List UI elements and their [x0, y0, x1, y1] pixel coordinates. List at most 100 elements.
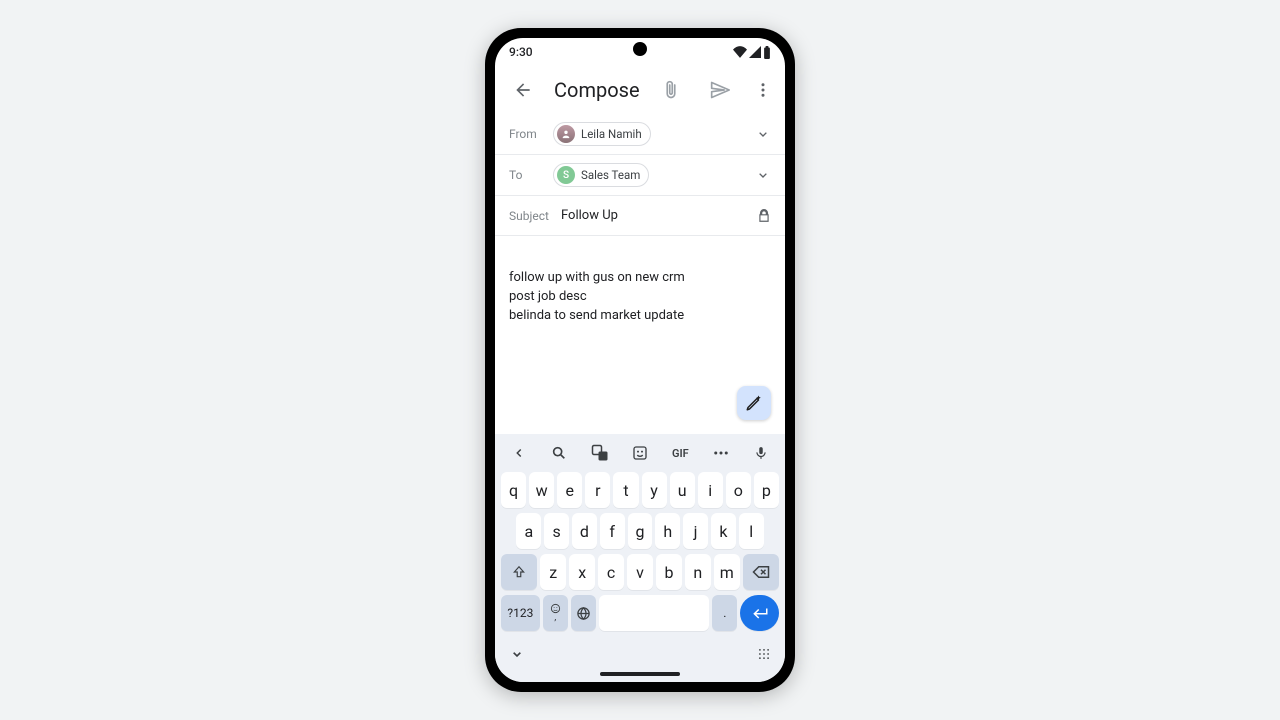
- screen: 9:30 Compose From: [495, 38, 785, 682]
- chevron-down-icon: [509, 646, 525, 662]
- grid-icon: [757, 647, 771, 661]
- key-p[interactable]: p: [754, 472, 779, 508]
- key-e[interactable]: e: [557, 472, 582, 508]
- to-expand[interactable]: [755, 167, 771, 183]
- key-z[interactable]: z: [540, 554, 566, 590]
- to-name: Sales Team: [581, 168, 640, 182]
- subject-row[interactable]: Subject Follow Up: [495, 196, 785, 236]
- search-icon: [551, 445, 567, 461]
- smart-compose-button[interactable]: [737, 386, 771, 420]
- key-k[interactable]: k: [711, 513, 736, 549]
- kb-gif-button[interactable]: GIF: [666, 439, 694, 467]
- key-x[interactable]: x: [569, 554, 595, 590]
- lock-icon: [757, 209, 771, 223]
- more-vert-icon: [754, 81, 772, 99]
- shift-icon: [512, 565, 526, 579]
- app-bar: Compose: [495, 66, 785, 114]
- chevron-down-icon: [755, 126, 771, 142]
- key-t[interactable]: t: [613, 472, 638, 508]
- to-row[interactable]: To S Sales Team: [495, 155, 785, 196]
- key-period[interactable]: .: [712, 595, 737, 631]
- battery-icon: [763, 46, 771, 59]
- key-q[interactable]: q: [501, 472, 526, 508]
- key-c[interactable]: c: [598, 554, 624, 590]
- paperclip-icon: [661, 80, 681, 100]
- chevron-left-icon: [512, 446, 526, 460]
- from-chip[interactable]: Leila Namih: [553, 122, 651, 146]
- send-button[interactable]: [703, 72, 738, 108]
- kb-sticker-button[interactable]: [626, 439, 654, 467]
- enter-icon: [751, 604, 769, 622]
- page-title: Compose: [554, 78, 640, 102]
- key-h[interactable]: h: [655, 513, 680, 549]
- kb-translate-button[interactable]: [586, 439, 614, 467]
- status-time: 9:30: [509, 45, 533, 59]
- nav-pill[interactable]: [600, 672, 680, 676]
- from-expand[interactable]: [755, 126, 771, 142]
- key-j[interactable]: j: [683, 513, 708, 549]
- key-l[interactable]: l: [739, 513, 764, 549]
- phone-frame: 9:30 Compose From: [485, 28, 795, 692]
- from-label: From: [509, 127, 553, 141]
- from-name: Leila Namih: [581, 127, 642, 141]
- nav-bar: [495, 640, 785, 668]
- kb-mic-button[interactable]: [747, 439, 775, 467]
- backspace-icon: [752, 563, 770, 581]
- avatar-sales: S: [557, 166, 575, 184]
- key-comma-sub: ,: [554, 614, 556, 623]
- key-enter[interactable]: [740, 595, 779, 631]
- key-language[interactable]: [571, 595, 596, 631]
- encryption-indicator[interactable]: [757, 209, 771, 223]
- key-o[interactable]: o: [726, 472, 751, 508]
- keyboard-keys: qwertyuiop asdfghjkl zxcvbnm ?123 ,: [495, 472, 785, 640]
- signal-icon: [749, 46, 761, 58]
- key-n[interactable]: n: [685, 554, 711, 590]
- key-v[interactable]: v: [627, 554, 653, 590]
- key-m[interactable]: m: [714, 554, 740, 590]
- key-emoji[interactable]: ,: [543, 595, 568, 631]
- translate-icon: [591, 444, 609, 462]
- key-g[interactable]: g: [628, 513, 653, 549]
- subject-label: Subject: [509, 209, 561, 223]
- key-u[interactable]: u: [670, 472, 695, 508]
- chevron-down-icon: [755, 167, 771, 183]
- key-f[interactable]: f: [600, 513, 625, 549]
- magic-pen-icon: [745, 394, 763, 412]
- kb-more-button[interactable]: [707, 439, 735, 467]
- camera-notch: [633, 42, 647, 56]
- back-button[interactable]: [505, 72, 540, 108]
- keyboard: GIF qwertyuiop asdfghjkl zxcvbnm ?123: [495, 434, 785, 682]
- key-backspace[interactable]: [743, 554, 779, 590]
- key-i[interactable]: i: [698, 472, 723, 508]
- to-label: To: [509, 168, 553, 182]
- from-row[interactable]: From Leila Namih: [495, 114, 785, 155]
- kb-search-button[interactable]: [545, 439, 573, 467]
- subject-value: Follow Up: [561, 208, 618, 223]
- key-r[interactable]: r: [585, 472, 610, 508]
- kb-collapse-button[interactable]: [509, 646, 525, 662]
- more-button[interactable]: [752, 72, 775, 108]
- mic-icon: [754, 446, 768, 460]
- key-y[interactable]: y: [642, 472, 667, 508]
- kb-back-button[interactable]: [505, 439, 533, 467]
- key-space[interactable]: [599, 595, 710, 631]
- key-a[interactable]: a: [516, 513, 541, 549]
- avatar-leila: [557, 125, 575, 143]
- key-s[interactable]: s: [544, 513, 569, 549]
- attach-button[interactable]: [654, 72, 689, 108]
- to-chip[interactable]: S Sales Team: [553, 163, 649, 187]
- sticker-icon: [632, 445, 648, 461]
- send-icon: [710, 80, 730, 100]
- key-w[interactable]: w: [529, 472, 554, 508]
- kb-grid-button[interactable]: [757, 647, 771, 661]
- key-symbols[interactable]: ?123: [501, 595, 540, 631]
- key-d[interactable]: d: [572, 513, 597, 549]
- key-b[interactable]: b: [656, 554, 682, 590]
- arrow-left-icon: [513, 80, 533, 100]
- wifi-icon: [733, 46, 747, 58]
- status-icons: [733, 46, 771, 59]
- key-shift[interactable]: [501, 554, 537, 590]
- body-input[interactable]: follow up with gus on new crm post job d…: [495, 236, 785, 434]
- keyboard-toolbar: GIF: [495, 434, 785, 472]
- body-text: follow up with gus on new crm post job d…: [509, 269, 771, 326]
